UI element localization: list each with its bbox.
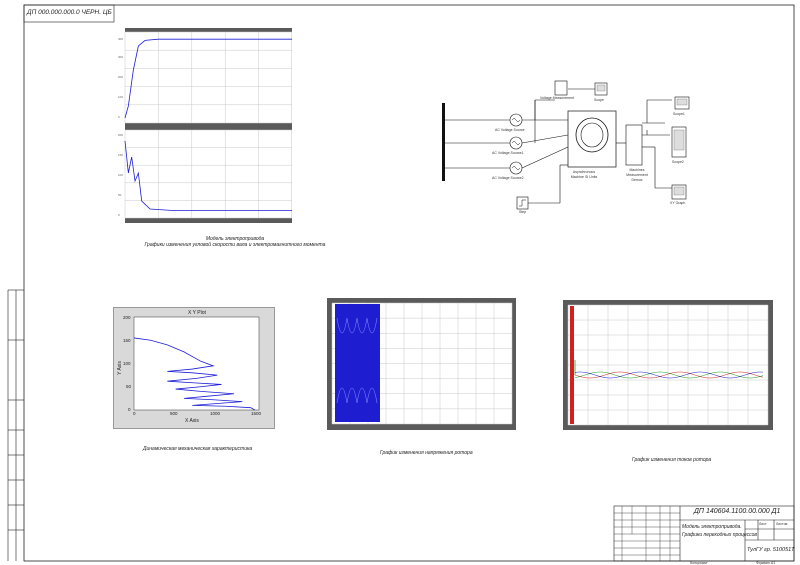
title-name-line2: Графики переходных процессов — [682, 532, 758, 538]
title-sheet-label: Лист — [759, 522, 767, 526]
title-org: ТулГУ гр. 510051Т — [747, 547, 795, 553]
title-block-grid — [613, 505, 795, 562]
format-label: Формат А1 — [756, 561, 776, 565]
title-designation: ДП 140604.1100.00.000 Д1 — [694, 508, 781, 515]
title-name-line1: Модель электропривода. — [682, 524, 742, 530]
title-sheets-label: Листов — [776, 522, 788, 526]
copied-label: Копировал — [690, 561, 708, 565]
